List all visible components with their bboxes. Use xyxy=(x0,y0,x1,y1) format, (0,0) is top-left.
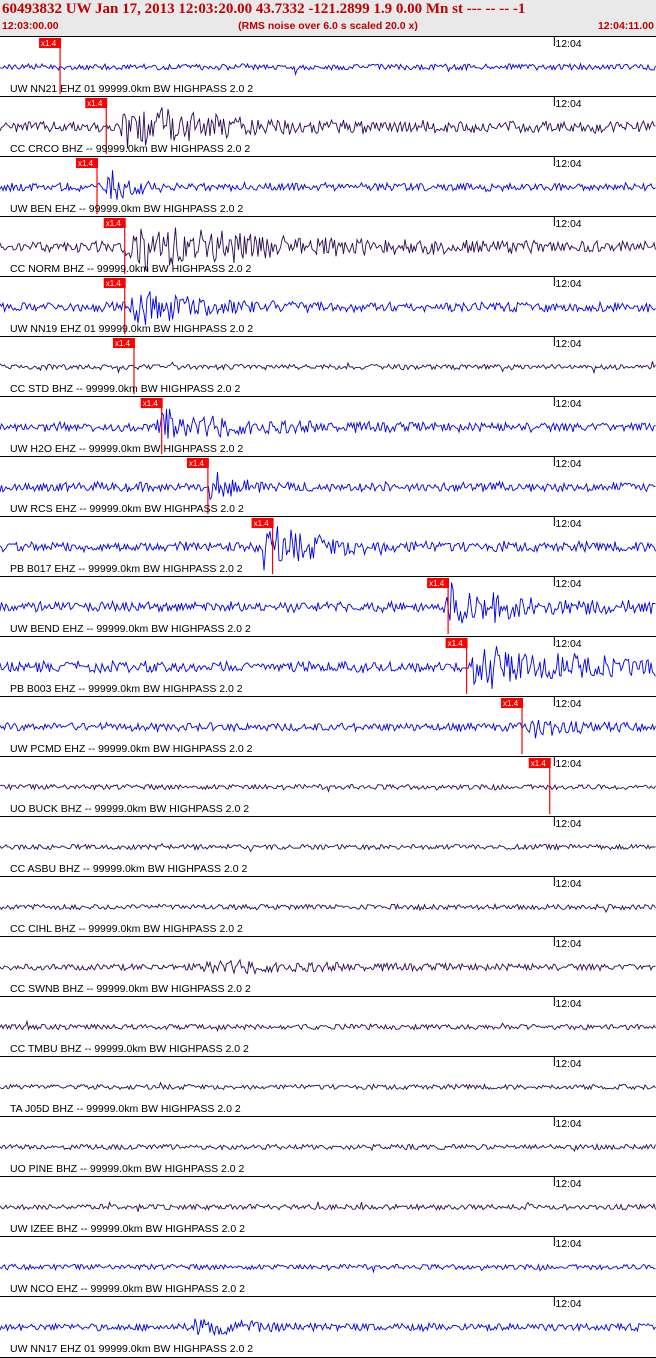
station-label: UO BUCK BHZ -- 99999.0km BW HIGHPASS 2.0… xyxy=(10,803,249,815)
pick-label: x1.4 xyxy=(503,699,519,708)
start-time: 12:03:00.00 xyxy=(2,20,59,32)
minute-label: 12:04 xyxy=(555,518,581,530)
pick-label: x1.4 xyxy=(143,399,159,408)
station-label: UW H2O EHZ -- 99999.0km BW HIGHPASS 2.0 … xyxy=(10,443,243,455)
waveform-trace xyxy=(0,1263,656,1274)
minute-label: 12:04 xyxy=(555,938,581,950)
waveform-trace xyxy=(0,1201,656,1212)
waveform-trace xyxy=(0,408,656,439)
station-label: PB B003 EHZ -- 99999.0km BW HIGHPASS 2.0… xyxy=(10,683,243,695)
end-time: 12:04:11.00 xyxy=(597,20,654,32)
station-label: CC SWNB BHZ -- 99999.0km BW HIGHPASS 2.0… xyxy=(10,983,251,995)
station-label: UO PINE BHZ -- 99999.0km BW HIGHPASS 2.0… xyxy=(10,1163,245,1175)
waveform-trace xyxy=(0,291,656,325)
minute-label: 12:04 xyxy=(555,1298,581,1310)
minute-label: 12:04 xyxy=(555,638,581,650)
pick-label: x1.4 xyxy=(429,579,445,588)
minute-label: 12:04 xyxy=(555,158,581,170)
minute-label: 12:04 xyxy=(555,1238,581,1250)
pick-label: x1.4 xyxy=(106,279,122,288)
minute-label: 12:04 xyxy=(555,818,581,830)
pick-label: x1.4 xyxy=(531,759,547,768)
minute-label: 12:04 xyxy=(555,338,581,350)
pick-label: x1.4 xyxy=(254,519,270,528)
station-label: UW RCS EHZ -- 99999.0km BW HIGHPASS 2.0 … xyxy=(10,503,244,515)
waveform-trace xyxy=(0,170,656,200)
minute-label: 12:04 xyxy=(555,38,581,50)
waveform-trace xyxy=(0,62,656,77)
minute-label: 12:04 xyxy=(555,458,581,470)
pick-label: x1.4 xyxy=(448,639,464,648)
station-label: UW BEN EHZ -- 99999.0km BW HIGHPASS 2.0 … xyxy=(10,203,243,215)
minute-label: 12:04 xyxy=(555,1178,581,1190)
waveform-trace xyxy=(0,783,656,793)
waveform-trace xyxy=(0,902,656,913)
minute-label: 12:04 xyxy=(555,278,581,290)
minute-label: 12:04 xyxy=(555,578,581,590)
station-label: CC STD BHZ -- 99999.0km BW HIGHPASS 2.0 … xyxy=(10,383,240,395)
pick-label: x1.4 xyxy=(87,99,103,108)
pick-label: x1.4 xyxy=(78,159,94,168)
minute-label: 12:04 xyxy=(555,1118,581,1130)
waveform-trace xyxy=(0,842,656,853)
station-label: CC CRCO BHZ -- 99999.0km BW HIGHPASS 2.0… xyxy=(10,143,250,155)
minute-label: 12:04 xyxy=(555,98,581,110)
pick-label: x1.4 xyxy=(41,39,57,48)
pick-label: x1.4 xyxy=(115,339,131,348)
station-label: UW PCMD EHZ -- 99999.0km BW HIGHPASS 2.0… xyxy=(10,743,253,755)
station-label: UW BEND EHZ -- 99999.0km BW HIGHPASS 2.0… xyxy=(10,623,251,635)
minute-label: 12:04 xyxy=(555,878,581,890)
station-label: UW NN19 EHZ 01 99999.0km BW HIGHPASS 2.0… xyxy=(10,323,253,335)
station-label: PB B017 EHZ -- 99999.0km BW HIGHPASS 2.0… xyxy=(10,563,243,575)
waveform-trace xyxy=(0,958,656,976)
event-title: 60493832 UW Jan 17, 2013 12:03:20.00 43.… xyxy=(2,1,526,17)
station-label: CC CIHL BHZ -- 99999.0km BW HIGHPASS 2.0… xyxy=(10,923,243,935)
station-label: CC NORM BHZ -- 99999.0km BW HIGHPASS 2.0… xyxy=(10,263,252,275)
minute-label: 12:04 xyxy=(555,218,581,230)
station-label: UW NN17 EHZ 01 99999.0km BW HIGHPASS 2.0… xyxy=(10,1343,253,1355)
waveform-trace xyxy=(0,1142,656,1153)
minute-label: 12:04 xyxy=(555,1058,581,1070)
station-label: CC TMBU BHZ -- 99999.0km BW HIGHPASS 2.0… xyxy=(10,1043,249,1055)
station-label: TA J05D BHZ -- 99999.0km BW HIGHPASS 2.0… xyxy=(10,1103,241,1115)
waveform-trace xyxy=(0,1081,656,1091)
minute-label: 12:04 xyxy=(555,998,581,1010)
header-bar: 60493832 UW Jan 17, 2013 12:03:20.00 43.… xyxy=(0,0,656,36)
minute-label: 12:04 xyxy=(555,398,581,410)
waveform-trace xyxy=(0,1019,656,1033)
waveform-trace xyxy=(0,719,656,739)
seismogram-plot: 12:04 x1.4 UW NN21 EHZ 01 99999.0km BW HIG… xyxy=(0,36,656,1358)
station-label: UW IZEE BHZ -- 99999.0km BW HIGHPASS 2.0… xyxy=(10,1223,245,1235)
pick-label: x1.4 xyxy=(106,219,122,228)
waveform-trace xyxy=(0,361,656,375)
station-label: UW NN21 EHZ 01 99999.0km BW HIGHPASS 2.0… xyxy=(10,83,253,95)
pick-label: x1.4 xyxy=(189,459,205,468)
minute-label: 12:04 xyxy=(555,758,581,770)
waveform-trace xyxy=(0,1318,656,1337)
station-label: CC ASBU BHZ -- 99999.0km BW HIGHPASS 2.0… xyxy=(10,863,247,875)
minute-label: 12:04 xyxy=(555,698,581,710)
waveform-trace xyxy=(0,471,656,501)
noise-note: (RMS noise over 6.0 s scaled 20.0 x) xyxy=(238,20,418,32)
station-label: UW NCO EHZ -- 99999.0km BW HIGHPASS 2.0 … xyxy=(10,1283,245,1295)
